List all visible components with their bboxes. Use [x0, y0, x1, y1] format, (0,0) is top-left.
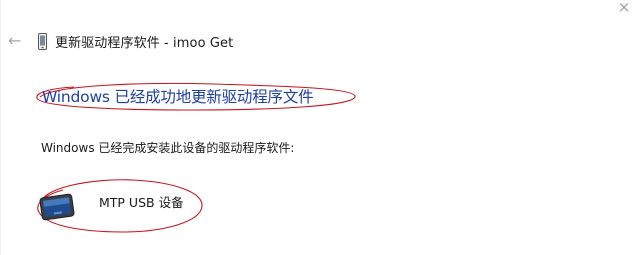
close-button[interactable]: × — [612, 0, 636, 20]
device-name: MTP USB 设备 — [99, 195, 184, 210]
status-description: Windows 已经完成安装此设备的驱动程序软件: — [41, 141, 295, 155]
page-headline: Windows 已经成功地更新驱动程序文件 — [42, 88, 314, 106]
phone-device-icon — [38, 32, 48, 50]
window-left-edge — [0, 0, 1, 255]
tablet-device-icon — [39, 193, 75, 221]
title-bar: ← 更新驱动程序软件 - imoo Get — [8, 30, 233, 52]
back-arrow-icon: ← — [8, 31, 22, 50]
window-title: 更新驱动程序软件 - imoo Get — [55, 35, 234, 51]
headline-group: Windows 已经成功地更新驱动程序文件 — [34, 80, 358, 112]
installed-device-item: MTP USB 设备 — [33, 176, 205, 234]
back-button[interactable]: ← — [8, 31, 24, 51]
close-icon: × — [617, 0, 631, 16]
